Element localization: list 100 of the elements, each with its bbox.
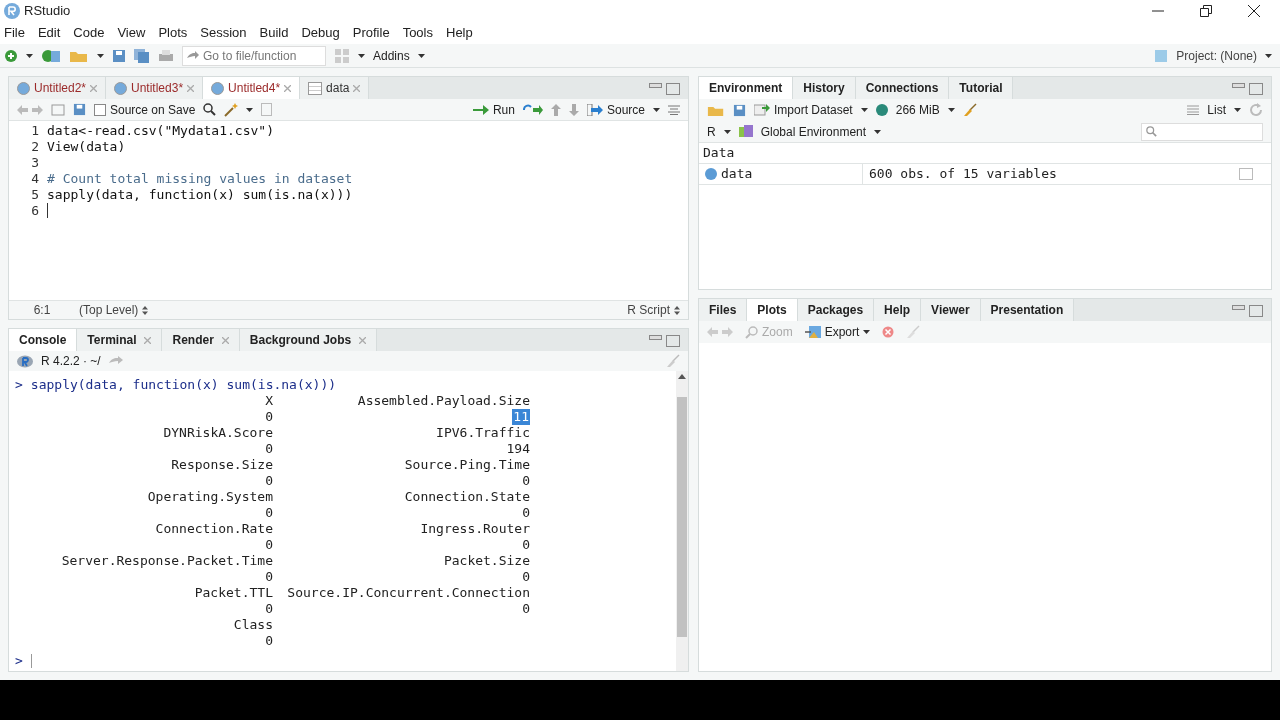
pane-tab[interactable]: Packages [797, 299, 875, 321]
pane-tab[interactable]: Viewer [921, 299, 981, 321]
back-forward-icon[interactable] [707, 326, 733, 338]
menu-item[interactable]: Help [446, 23, 473, 43]
caret-icon[interactable] [26, 53, 33, 58]
editor-tab[interactable]: Untitled3* [106, 77, 204, 99]
maximize-pane-icon[interactable] [666, 83, 680, 95]
menu-item[interactable]: Code [73, 23, 105, 43]
environment-menu[interactable]: Global Environment [760, 122, 867, 141]
section-header: Data [699, 143, 1271, 164]
remove-plot-icon[interactable] [882, 326, 895, 338]
maximize-pane-icon[interactable] [666, 335, 680, 347]
menu-item[interactable]: File [4, 23, 25, 43]
up-arrow-icon[interactable] [550, 103, 561, 116]
minimize-pane-icon[interactable] [649, 83, 662, 88]
caret-icon[interactable] [874, 129, 882, 134]
go-to-directory-icon[interactable] [108, 356, 123, 366]
caret-icon[interactable] [97, 53, 104, 58]
minimize-pane-icon[interactable] [1232, 83, 1245, 88]
caret-icon[interactable] [947, 108, 955, 112]
language-menu[interactable]: R [707, 122, 716, 141]
console-tab[interactable]: Console [9, 329, 78, 351]
search-icon[interactable] [203, 103, 217, 116]
save-all-icon[interactable] [134, 48, 150, 63]
pane-tab[interactable]: Plots [747, 299, 798, 321]
pane-tab[interactable]: History [793, 77, 856, 99]
menu-item[interactable]: Profile [352, 23, 390, 43]
pane-tab[interactable]: Presentation [980, 299, 1075, 321]
export-menu[interactable]: Export [804, 323, 860, 341]
scroll-up-icon[interactable] [678, 374, 686, 379]
goto-field[interactable]: Go to file/function [182, 45, 326, 66]
caret-icon[interactable] [860, 108, 868, 112]
sort-icon[interactable] [142, 305, 149, 315]
grid-icon[interactable] [334, 47, 350, 64]
pane-tab[interactable]: Connections [855, 77, 950, 99]
table-view-icon[interactable] [1239, 168, 1253, 180]
console-tab[interactable]: Terminal [77, 329, 163, 351]
pane-tab[interactable]: Tutorial [949, 77, 1014, 99]
memory-usage-menu[interactable]: 266 MiB [895, 101, 940, 119]
caret-icon[interactable] [653, 107, 660, 112]
source-on-save-checkbox[interactable]: Source on Save [94, 100, 196, 119]
editor-tab[interactable]: Untitled2* [9, 77, 107, 99]
save-icon[interactable] [112, 48, 126, 63]
menu-item[interactable]: Build [259, 23, 289, 43]
project-icon[interactable] [41, 47, 61, 64]
menu-item[interactable]: Session [200, 23, 247, 43]
menu-item[interactable]: View [117, 23, 146, 43]
code-comment: # Count total missing values in dataset [47, 171, 353, 187]
pane-tab[interactable]: Help [874, 299, 922, 321]
caret-icon[interactable] [246, 107, 254, 112]
project-menu[interactable]: Project: (None) [1176, 46, 1257, 65]
editor-tab[interactable]: Untitled4* [203, 77, 301, 99]
save-icon[interactable] [733, 103, 746, 117]
caret-icon[interactable] [723, 129, 731, 134]
lines-icon[interactable] [668, 104, 680, 115]
restore-icon[interactable] [1200, 5, 1212, 17]
console-tab[interactable]: Background Jobs [239, 329, 378, 351]
code-line: data<-read.csv("Mydata1.csv") [47, 123, 274, 139]
scrollbar[interactable] [676, 371, 688, 671]
addins-menu[interactable]: Addins [373, 46, 410, 65]
console-tab[interactable]: Render [162, 329, 240, 351]
editor-tab[interactable]: data [300, 77, 370, 99]
search-field[interactable] [1141, 122, 1263, 141]
caret-icon[interactable] [863, 330, 871, 334]
close-icon[interactable] [1248, 5, 1260, 17]
view-mode-menu[interactable]: List [1207, 101, 1226, 119]
minimize-pane-icon[interactable] [649, 335, 662, 340]
menu-item[interactable]: Edit [37, 23, 61, 43]
menu-item[interactable]: Tools [402, 23, 433, 43]
caret-icon[interactable] [417, 53, 425, 58]
maximize-pane-icon[interactable] [1249, 83, 1263, 95]
save-icon[interactable] [73, 103, 86, 116]
outline-icon[interactable] [261, 103, 273, 116]
menu-item[interactable]: Plots [158, 23, 188, 43]
file-type-menu[interactable]: R Script [627, 301, 670, 319]
caret-icon[interactable] [358, 53, 365, 58]
new-file-icon[interactable] [4, 48, 18, 63]
caret-icon[interactable] [1265, 53, 1272, 58]
refresh-icon[interactable] [1249, 103, 1263, 117]
maximize-pane-icon[interactable] [1249, 305, 1263, 317]
down-arrow-icon[interactable] [568, 103, 579, 116]
sort-icon[interactable] [674, 305, 680, 315]
caret-icon[interactable] [1234, 108, 1241, 112]
back-forward-icon[interactable] [17, 103, 43, 116]
source-button[interactable]: Source [586, 100, 645, 119]
magnifier-icon [745, 325, 758, 339]
run-button[interactable]: Run [472, 100, 515, 119]
expand-icon[interactable] [705, 168, 717, 180]
rerun-icon[interactable] [522, 103, 543, 116]
wand-icon[interactable] [224, 102, 239, 117]
pane-tab[interactable]: Environment [699, 77, 794, 99]
scope-menu[interactable]: (Top Level) [79, 301, 139, 319]
pane-tab[interactable]: Files [699, 299, 748, 321]
print-icon[interactable] [158, 48, 174, 63]
menu-item[interactable]: Debug [301, 23, 340, 43]
show-window-icon[interactable] [51, 103, 65, 116]
minimize-pane-icon[interactable] [1232, 305, 1245, 310]
import-dataset-button[interactable]: Import Dataset [754, 101, 853, 119]
missing-count: 194 [506, 441, 530, 457]
line-number: 4 [30, 171, 40, 187]
